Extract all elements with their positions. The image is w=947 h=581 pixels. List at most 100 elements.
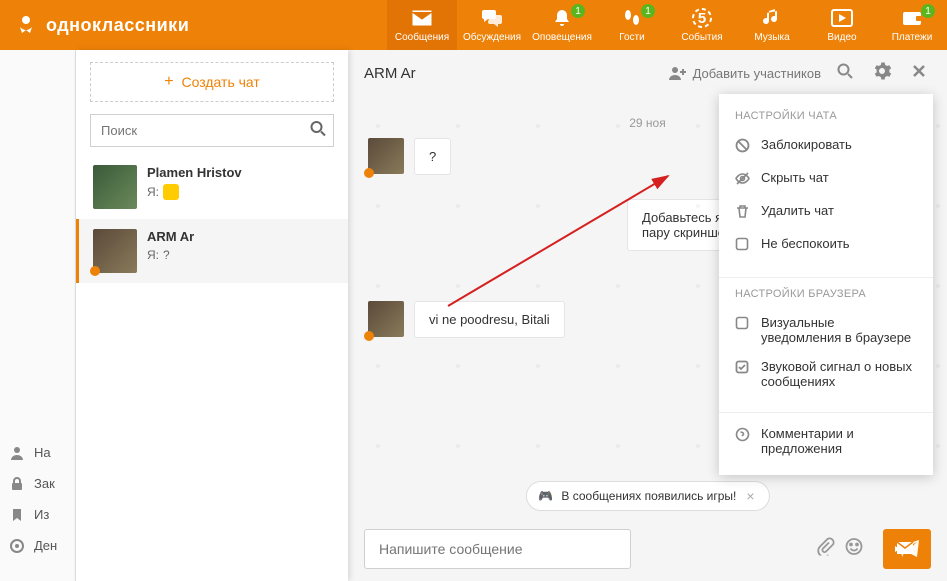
- coin-icon: [10, 539, 24, 553]
- footsteps-icon: [621, 7, 643, 29]
- chat-name: Plamen Hristov: [147, 165, 334, 180]
- dd-label: Звуковой сигнал о новых сообщениях: [761, 359, 917, 389]
- message-input[interactable]: [364, 529, 631, 569]
- add-members-label: Добавить участников: [693, 66, 821, 81]
- chat-area: ARM Ar Добавить участников 29 ноя ? Доба…: [348, 50, 947, 581]
- avatar: [93, 165, 137, 209]
- chat-name: ARM Ar: [147, 229, 334, 244]
- chat-list-item[interactable]: ARM Ar Я: ?: [76, 219, 348, 283]
- help-icon: [735, 427, 751, 445]
- sidebar-item[interactable]: Ден: [0, 530, 75, 561]
- games-icon: 🎮: [538, 489, 553, 503]
- attach-button[interactable]: [817, 538, 835, 561]
- dd-block[interactable]: Заблокировать: [719, 130, 933, 163]
- close-chat-button[interactable]: [907, 59, 931, 88]
- nav-label: Обсуждения: [463, 32, 521, 43]
- badge: 1: [921, 4, 935, 18]
- trash-icon: [735, 204, 751, 222]
- online-indicator: [90, 266, 100, 276]
- app-header: одноклассники Сообщения Обсуждения 1 Опо…: [0, 0, 947, 50]
- avatar: [368, 138, 404, 174]
- search-icon[interactable]: [310, 120, 326, 141]
- chat-preview: Я:: [147, 184, 334, 200]
- chat-list-item[interactable]: Plamen Hristov Я:: [76, 155, 348, 219]
- dd-label: Комментарии и предложения: [761, 426, 917, 456]
- badge: 1: [641, 4, 655, 18]
- eye-off-icon: [735, 171, 751, 189]
- nav-discussions[interactable]: Обсуждения: [457, 0, 527, 50]
- search-wrap: [90, 114, 334, 147]
- divider: [719, 412, 933, 413]
- chat-bubbles-icon: [481, 7, 503, 29]
- dd-label: Удалить чат: [761, 203, 834, 218]
- nav-label: События: [681, 32, 722, 43]
- nav-label: Гости: [619, 32, 644, 43]
- nav-events[interactable]: 5 События: [667, 0, 737, 50]
- preview-text: ?: [163, 248, 170, 262]
- brand-text: одноклассники: [46, 15, 189, 36]
- dd-sound-notif[interactable]: Звуковой сигнал о новых сообщениях: [719, 352, 933, 396]
- nav-music[interactable]: Музыка: [737, 0, 807, 50]
- add-members-button[interactable]: Добавить участников: [669, 66, 821, 81]
- sidebar-item[interactable]: Из: [0, 499, 75, 530]
- games-banner[interactable]: 🎮 В сообщениях появились игры! ×: [525, 481, 769, 511]
- avatar: [368, 301, 404, 337]
- nav-label: Музыка: [754, 32, 789, 43]
- create-chat-label: Создать чат: [182, 74, 260, 90]
- nav-label: Платежи: [892, 32, 933, 43]
- create-chat-button[interactable]: + Создать чат: [90, 62, 334, 102]
- lock-icon: [10, 477, 24, 491]
- left-sidebar-bg: На Зак Из Ден: [0, 50, 76, 581]
- message-bubble: vi ne poodresu, Bitali: [414, 301, 565, 338]
- dd-delete[interactable]: Удалить чат: [719, 196, 933, 229]
- dd-label: Не беспокоить: [761, 236, 850, 251]
- dd-feedback[interactable]: Комментарии и предложения: [719, 419, 933, 463]
- envelope-icon: [411, 7, 433, 29]
- sidebar-item[interactable]: На: [0, 437, 75, 468]
- plus-icon: +: [164, 73, 173, 91]
- dd-section-title: НАСТРОЙКИ БРАУЗЕРА: [719, 284, 933, 308]
- nav-label: Видео: [827, 32, 856, 43]
- sidebar-item[interactable]: Зак: [0, 468, 75, 499]
- user-icon: [10, 446, 24, 460]
- checkbox-checked-icon: [735, 360, 751, 377]
- send-button[interactable]: [883, 529, 931, 569]
- logo-area[interactable]: одноклассники: [0, 13, 203, 37]
- top-nav: Сообщения Обсуждения 1 Оповещения 1 Гост…: [387, 0, 947, 50]
- dd-label: Скрыть чат: [761, 170, 829, 185]
- settings-button[interactable]: [869, 58, 895, 89]
- search-chat-button[interactable]: [833, 59, 857, 88]
- search-input[interactable]: [90, 114, 334, 147]
- composer: [348, 517, 947, 581]
- music-icon: [761, 7, 783, 29]
- online-indicator: [364, 331, 374, 341]
- nav-payments[interactable]: 1 Платежи: [877, 0, 947, 50]
- wallet-icon: [901, 7, 923, 29]
- nav-label: Сообщения: [395, 32, 449, 43]
- dd-label: Заблокировать: [761, 137, 852, 152]
- send-icon: [895, 540, 919, 558]
- nav-messages[interactable]: Сообщения: [387, 0, 457, 50]
- sidebar-label: Зак: [34, 476, 55, 491]
- dd-visual-notif[interactable]: Визуальные уведомления в браузере: [719, 308, 933, 352]
- preview-prefix: Я:: [147, 248, 159, 262]
- online-indicator: [364, 168, 374, 178]
- nav-video[interactable]: Видео: [807, 0, 877, 50]
- divider: [719, 277, 933, 278]
- bookmark-icon: [10, 508, 24, 522]
- sidebar-label: Ден: [34, 538, 57, 553]
- games-banner-text: В сообщениях появились игры!: [561, 489, 736, 503]
- settings-dropdown: НАСТРОЙКИ ЧАТА Заблокировать Скрыть чат …: [719, 94, 933, 475]
- nav-notifications[interactable]: 1 Оповещения: [527, 0, 597, 50]
- nav-guests[interactable]: 1 Гости: [597, 0, 667, 50]
- dd-dnd[interactable]: Не беспокоить: [719, 229, 933, 261]
- checkbox-empty-icon: [735, 316, 751, 333]
- dd-section-title: НАСТРОЙКИ ЧАТА: [719, 106, 933, 130]
- chat-title: ARM Ar: [364, 65, 657, 82]
- close-banner-button[interactable]: ×: [744, 488, 756, 504]
- dd-label: Визуальные уведомления в браузере: [761, 315, 917, 345]
- emoji-icon: [163, 184, 179, 200]
- add-user-icon: [669, 66, 687, 80]
- emoji-button[interactable]: [845, 538, 863, 561]
- dd-hide[interactable]: Скрыть чат: [719, 163, 933, 196]
